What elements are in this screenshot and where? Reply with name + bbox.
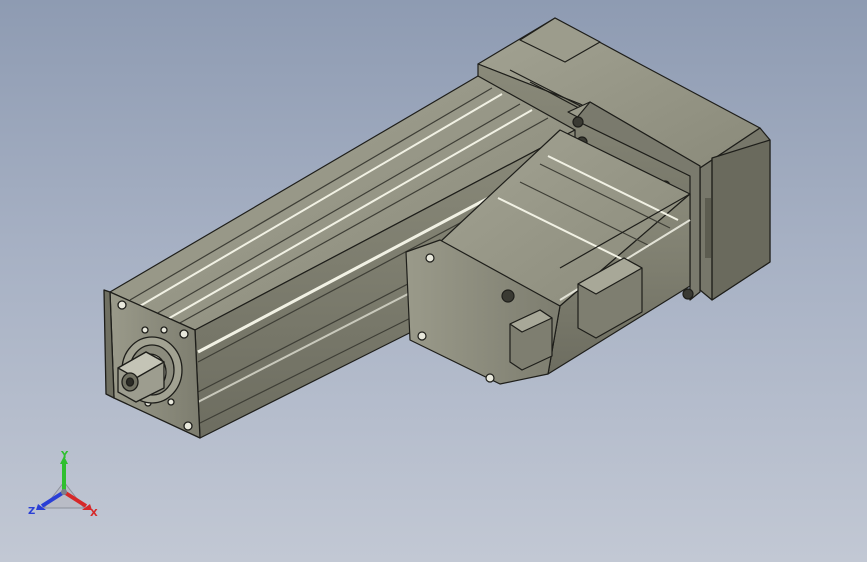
front-plate-bolt-2 — [179, 329, 189, 339]
coordinate-triad: Y X Z — [28, 450, 98, 519]
actuator-model-3d[interactable] — [0, 0, 867, 562]
y-axis-label: Y — [60, 450, 69, 461]
graphics-viewport[interactable]: Y X Z — [0, 0, 867, 562]
x-axis-label: X — [90, 508, 98, 519]
front-plate-bolt-1 — [117, 300, 127, 310]
front-plate-bolt-4 — [183, 421, 193, 431]
z-axis-label: Z — [28, 506, 35, 517]
